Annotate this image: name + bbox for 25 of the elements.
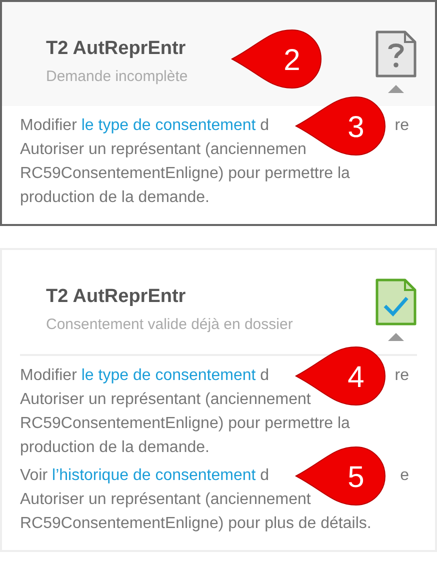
body-text: Voir l’historique de consentement d bbox=[20, 466, 270, 486]
body-text: RC59ConsentementEnligne) pour permettre la bbox=[20, 414, 350, 434]
status-text: Demande incomplète bbox=[46, 68, 188, 85]
chevron-icon[interactable] bbox=[386, 82, 406, 94]
consent-link[interactable]: le type de consentement bbox=[81, 117, 256, 134]
status-text: Consentement valide déjà en dossier bbox=[46, 316, 293, 333]
body-text: re bbox=[394, 116, 409, 136]
card-title: T2 AutReprEntr bbox=[46, 38, 187, 60]
checked-document-icon bbox=[375, 278, 417, 326]
body-text: RC59ConsentementEnligne) pour permettre la bbox=[20, 164, 350, 184]
body-text: re bbox=[394, 366, 409, 386]
body-text: e bbox=[400, 466, 409, 486]
body-text: production de la demande. bbox=[20, 438, 210, 458]
card-title: T2 AutReprEntr bbox=[46, 286, 187, 308]
chevron-icon[interactable] bbox=[386, 330, 406, 342]
body-text: Autoriser un représentant (anciennement bbox=[20, 390, 311, 410]
body-text: production de la demande. bbox=[20, 188, 210, 208]
question-document-icon bbox=[375, 30, 417, 78]
consent-link[interactable]: l’historique de consentement bbox=[52, 467, 256, 484]
body-text: Modifier le type de consentement d bbox=[20, 366, 270, 386]
body-text: Autoriser un représentant (anciennemen bbox=[20, 140, 306, 160]
consent-link[interactable]: le type de consentement bbox=[81, 367, 256, 384]
body-text: Modifier le type de consentement d bbox=[20, 116, 270, 136]
body-text: Autoriser un représentant (anciennement bbox=[20, 490, 311, 510]
body-text: RC59ConsentementEnligne) pour plus de détails. bbox=[20, 514, 372, 534]
